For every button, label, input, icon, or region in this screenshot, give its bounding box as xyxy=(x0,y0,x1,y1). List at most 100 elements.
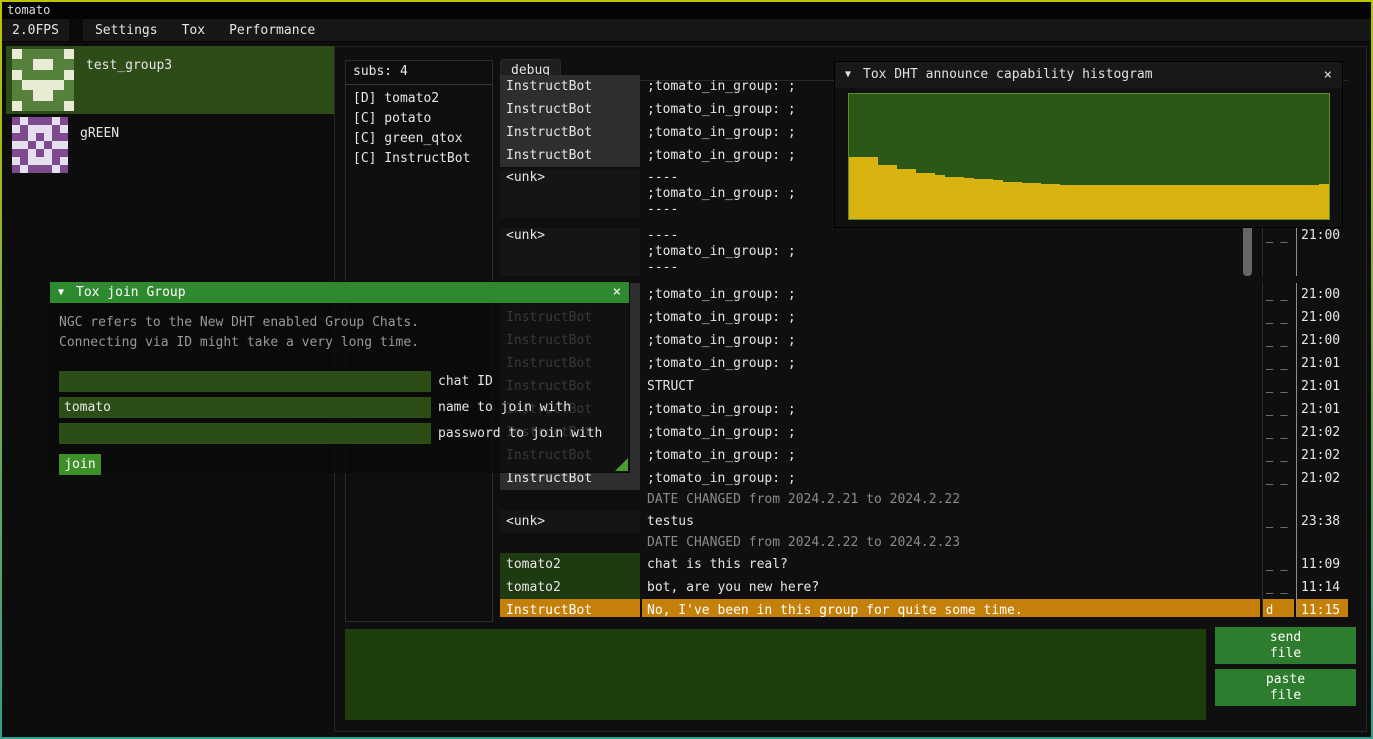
app-window: tomato 2.0FPS SettingsToxPerformance tes… xyxy=(2,2,1371,737)
message-status: _ _ xyxy=(1262,306,1294,329)
message-text: ;tomato_in_group: ; xyxy=(642,352,1260,375)
message-row[interactable]: <unk>testus_ _23:38 xyxy=(500,510,1348,533)
message-row[interactable]: InstructBotNo, I've been in this group f… xyxy=(500,599,1348,617)
histogram-bar xyxy=(1146,185,1156,219)
menu-items: SettingsToxPerformance xyxy=(83,19,327,41)
menu-item-settings[interactable]: Settings xyxy=(83,19,170,41)
histogram-bar xyxy=(1175,185,1185,219)
member-item[interactable]: [C] InstructBot xyxy=(346,149,492,169)
histogram-bar xyxy=(1050,184,1060,219)
resize-grip[interactable] xyxy=(615,458,628,471)
histogram-bar xyxy=(945,177,955,220)
send-file-button[interactable]: send file xyxy=(1215,627,1356,664)
join-field-row: password to join with xyxy=(59,423,629,444)
message-author: InstructBot xyxy=(500,121,640,144)
histogram-bar xyxy=(1156,185,1166,219)
fps-counter: 2.0FPS xyxy=(2,19,69,41)
group-avatar-icon xyxy=(12,49,74,111)
message-status xyxy=(1262,490,1294,510)
message-text: STRUCT xyxy=(642,375,1260,398)
message-row[interactable]: tomato2bot, are you new here?_ _11:14 xyxy=(500,576,1348,599)
histogram-bar xyxy=(1031,183,1041,219)
join-button[interactable]: join xyxy=(59,454,101,475)
histogram-bar xyxy=(1319,184,1329,219)
join-field-input-3[interactable] xyxy=(59,423,431,444)
member-item[interactable]: [C] potato xyxy=(346,109,492,129)
message-author: InstructBot xyxy=(500,98,640,121)
histogram-bar xyxy=(993,180,1003,219)
histogram-bar xyxy=(1166,185,1176,219)
menubar: 2.0FPS SettingsToxPerformance xyxy=(2,19,1371,42)
message-text: testus xyxy=(642,510,1260,533)
histogram-bar xyxy=(1089,185,1099,219)
collapse-arrow-icon[interactable]: ▼ xyxy=(845,62,851,88)
message-status: _ _ xyxy=(1262,352,1294,375)
sidebar-group-test_group3[interactable]: test_group3 xyxy=(6,46,336,114)
join-group-window: ▼ Tox join Group × NGC refers to the New… xyxy=(50,282,629,472)
message-text: ;tomato_in_group: ; xyxy=(642,306,1260,329)
subs-separator xyxy=(346,84,492,85)
message-text: ;tomato_in_group: ; xyxy=(642,421,1260,444)
message-status: _ _ xyxy=(1262,375,1294,398)
histogram-bar xyxy=(1242,185,1252,219)
histogram-bar xyxy=(1194,185,1204,219)
member-list: [D] tomato2[C] potato[C] green_qtox[C] I… xyxy=(346,89,492,169)
member-item[interactable]: [C] green_qtox xyxy=(346,129,492,149)
message-time: 11:15 xyxy=(1296,599,1348,617)
histogram-bar xyxy=(1137,185,1147,219)
message-time: 21:02 xyxy=(1296,421,1348,444)
join-field-input-1[interactable] xyxy=(59,371,431,392)
menu-item-tox[interactable]: Tox xyxy=(170,19,217,41)
message-status: _ _ xyxy=(1262,467,1294,490)
message-row[interactable]: tomato2chat is this real?_ _11:09 xyxy=(500,553,1348,576)
message-author: <unk> xyxy=(500,510,640,533)
histogram-window-titlebar[interactable]: ▼ Tox DHT announce capability histogram … xyxy=(835,62,1342,88)
histogram-bar xyxy=(907,169,917,219)
paste-file-button[interactable]: paste file xyxy=(1215,669,1356,706)
system-message-text: DATE CHANGED from 2024.2.22 to 2024.2.23 xyxy=(642,533,1260,553)
join-field-input-2[interactable] xyxy=(59,397,431,418)
sidebar-group-gREEN[interactable]: gREEN xyxy=(6,114,336,176)
histogram-bar xyxy=(1098,185,1108,219)
histogram-bar xyxy=(1290,185,1300,219)
join-field-label: password to join with xyxy=(438,426,602,441)
histogram-bar xyxy=(1070,185,1080,219)
join-field-label: chat ID xyxy=(438,374,493,389)
message-time: 21:00 xyxy=(1296,228,1348,276)
histogram-bar xyxy=(935,175,945,219)
message-time: 21:01 xyxy=(1296,352,1348,375)
message-author xyxy=(500,533,640,553)
message-status: _ _ xyxy=(1262,444,1294,467)
window-titlebar[interactable]: tomato xyxy=(2,2,1371,19)
close-icon[interactable]: × xyxy=(613,282,621,303)
close-icon[interactable]: × xyxy=(1324,62,1332,88)
collapse-arrow-icon[interactable]: ▼ xyxy=(58,282,64,303)
menu-item-performance[interactable]: Performance xyxy=(217,19,327,41)
message-status: _ _ xyxy=(1262,329,1294,352)
member-item[interactable]: [D] tomato2 xyxy=(346,89,492,109)
histogram-bar xyxy=(955,177,965,220)
histogram-bar xyxy=(1022,183,1032,219)
message-text: bot, are you new here? xyxy=(642,576,1260,599)
message-status: _ _ xyxy=(1262,510,1294,533)
message-text: No, I've been in this group for quite so… xyxy=(642,599,1260,617)
subs-header: subs: 4 xyxy=(346,61,492,82)
histogram-window-title: Tox DHT announce capability histogram xyxy=(863,67,1153,82)
message-text: ---- ;tomato_in_group: ; ---- xyxy=(642,228,1260,276)
system-message-row: DATE CHANGED from 2024.2.21 to 2024.2.22 xyxy=(500,490,1348,510)
group-avatar-icon xyxy=(12,117,68,173)
message-row[interactable]: <unk>---- ;tomato_in_group: ; ----_ _21:… xyxy=(500,225,1348,276)
message-status: _ _ xyxy=(1262,421,1294,444)
histogram-bar xyxy=(916,173,926,219)
histogram-bar xyxy=(1281,185,1291,219)
join-window-titlebar[interactable]: ▼ Tox join Group × xyxy=(50,282,629,303)
join-window-body: NGC refers to the New DHT enabled Group … xyxy=(50,303,629,472)
message-time: 21:02 xyxy=(1296,444,1348,467)
message-text: ;tomato_in_group: ; xyxy=(642,283,1260,306)
message-status: _ _ xyxy=(1262,553,1294,576)
message-author: InstructBot xyxy=(500,75,640,98)
message-input[interactable] xyxy=(345,629,1206,720)
histogram-bar xyxy=(1300,185,1310,219)
histogram-bar xyxy=(859,157,869,220)
histogram-bar xyxy=(849,157,859,220)
